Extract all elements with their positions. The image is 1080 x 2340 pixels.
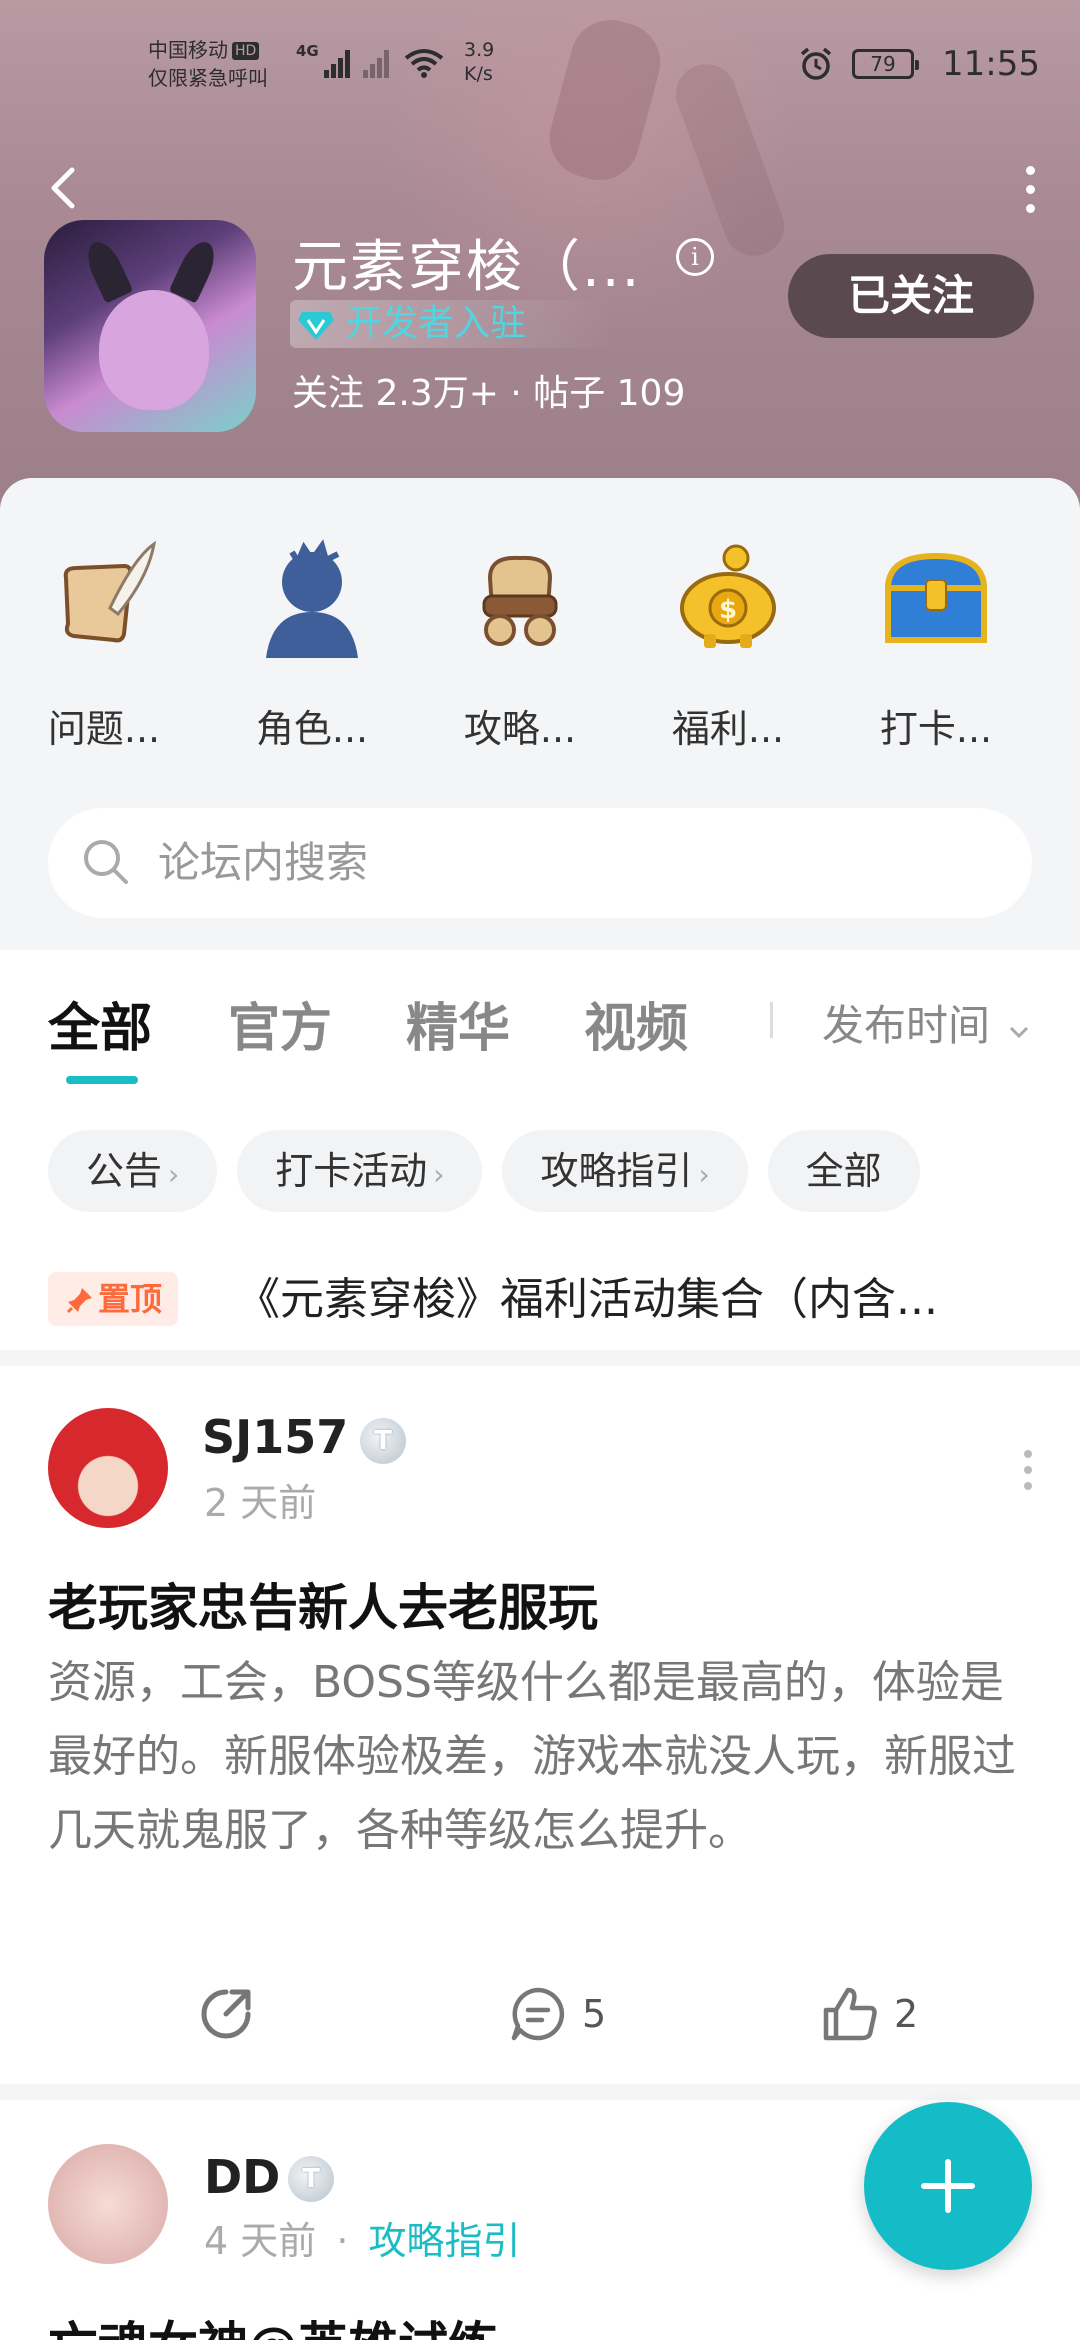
comment-icon [511,1987,565,2041]
hd-badge: HD [232,42,260,60]
shortcut-label: 问题... [47,707,161,751]
post-body: 资源，工会，BOSS等级什么都是最高的，体验是最好的。新服体验极差，游戏本就没人… [48,1657,1016,1856]
sort-dropdown[interactable]: 发布时间 [822,992,1031,1053]
active-tab-indicator [66,1076,138,1084]
piggy-bank-icon: $ [668,538,788,658]
share-button[interactable] [196,1974,256,2054]
post-actions: 5 2 [0,1974,1080,2054]
thumbs-up-icon [823,1987,877,2041]
avatar[interactable] [48,2144,168,2264]
comment-button[interactable]: 5 [508,1974,606,2054]
pin-icon [66,1288,92,1314]
avatar[interactable] [48,1408,168,1528]
more-dot [1025,185,1035,194]
diamond-icon [298,312,334,340]
network-speed: 3.9 K/s [464,39,495,85]
post-meta: 4 天前 · 攻略指引 [204,2219,521,2263]
chip-announcement[interactable]: 公告 › [48,1130,218,1212]
pinned-post[interactable]: 置顶 《元素穿梭》福利活动集合（内含... [48,1272,1048,1328]
share-icon [201,1989,251,2039]
like-button[interactable]: 2 [820,1974,918,2054]
tab-official[interactable]: 官方 [228,986,332,1061]
shortcut-label: 角色... [255,707,369,751]
search-placeholder: 论坛内搜索 [158,838,369,887]
shortcut-faq[interactable]: 问题... [0,538,208,753]
post-card[interactable]: SJ157 T 2 天前 老玩家忠告新人去老服玩 资源，工会，BOSS等级什么都… [0,1366,1080,2084]
post-category-link[interactable]: 攻略指引 [369,2219,521,2263]
forum-panel: 问题... 角色... 攻略... $ 福利... 打卡... 论坛内搜索 [0,478,1080,948]
carrier-name: 中国移动 [148,38,228,62]
post-more-button[interactable] [1024,1450,1034,1498]
battery-icon: 79 [852,49,920,79]
carrier-info: 中国移动 HD 仅限紧急呼叫 [148,36,268,92]
wifi-icon [404,49,443,78]
more-menu-button[interactable] [1020,166,1040,216]
category-chips: 公告 › 打卡活动 › 攻略指引 › 全部 [48,1130,920,1212]
chevron-down-icon [1010,1026,1029,1039]
network-type: 4G [296,42,319,60]
tab-featured[interactable]: 精华 [406,986,510,1061]
post-title: 亡魂女神@英雄试练 [48,2306,498,2340]
level-badge: T [360,1418,406,1464]
forum-stats: 关注 2.3万+ · 帖子 109 [292,373,686,414]
pinned-post-title: 《元素穿梭》福利活动集合（内含... [236,1274,938,1325]
tab-video[interactable]: 视频 [584,986,688,1061]
treasure-chest-icon [876,538,996,658]
shortcut-label: 攻略... [463,707,577,751]
signal-icon: 4G [296,42,444,78]
more-dot [1024,1450,1032,1458]
emergency-text: 仅限紧急呼叫 [148,66,268,90]
pinned-badge: 置顶 [48,1272,179,1326]
post-time: 4 天前 [204,2219,317,2263]
svg-text:$: $ [719,595,737,625]
plus-icon [921,2159,975,2213]
scroll-quill-icon [44,538,164,658]
more-dot [1024,1482,1032,1490]
forum-title: 元素穿梭（... [292,235,642,300]
comment-count: 5 [582,1992,607,2036]
chevron-right-icon: › [168,1158,180,1191]
back-button[interactable] [44,160,84,220]
chevron-right-icon: › [433,1158,445,1191]
shortcut-guides[interactable]: 攻略... [416,538,624,753]
map-scroll-icon [460,538,580,658]
forum-search-input[interactable]: 论坛内搜索 [48,808,1032,918]
developer-badge[interactable]: 开发者入驻 [290,300,617,348]
shortcut-welfare[interactable]: $ 福利... [624,538,832,753]
post-author[interactable]: DD [204,2150,280,2204]
character-silhouette-icon [252,538,372,658]
clock: 11:55 [942,44,1040,84]
sort-label: 发布时间 [822,1001,991,1050]
post-author[interactable]: SJ157 [202,1410,348,1464]
shortcut-bar: 问题... 角色... 攻略... $ 福利... 打卡... [0,538,1080,753]
level-badge: T [288,2156,334,2202]
like-count: 2 [894,1992,919,2036]
chip-checkin[interactable]: 打卡活动 › [237,1130,483,1212]
chevron-left-icon [51,167,75,209]
divider [770,1002,773,1038]
alarm-icon [800,47,832,80]
chevron-right-icon: › [698,1158,710,1191]
shortcut-checkin[interactable]: 打卡... [832,538,1040,753]
info-icon[interactable]: i [676,238,714,276]
more-dot [1025,204,1035,213]
chip-all[interactable]: 全部 [767,1130,920,1212]
tab-section: 全部 官方 精华 视频 发布时间 公告 › 打卡活动 › 攻略指引 › 全部 置顶 《… [0,950,1080,1350]
developer-badge-label: 开发者入驻 [346,303,527,344]
create-post-button[interactable] [864,2102,1032,2270]
status-bar: 中国移动 HD 仅限紧急呼叫 4G 3.9 K/s 79 11:55 [0,0,1080,120]
more-dot [1025,166,1035,175]
search-icon [84,840,128,884]
shortcut-label: 打卡... [879,707,993,751]
tab-all[interactable]: 全部 [48,986,152,1061]
game-icon [44,220,256,432]
shortcut-label: 福利... [671,707,785,751]
follow-button[interactable]: 已关注 [788,254,1034,338]
shortcut-characters[interactable]: 角色... [208,538,416,753]
post-title: 老玩家忠告新人去老服玩 [48,1579,598,1637]
post-time: 2 天前 [204,1481,317,1525]
chip-guides[interactable]: 攻略指引 › [502,1130,748,1212]
more-dot [1024,1466,1032,1474]
